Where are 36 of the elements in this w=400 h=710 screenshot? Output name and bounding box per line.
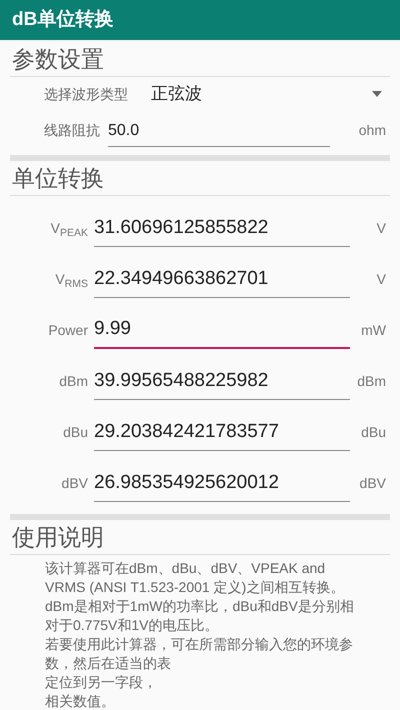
section-heading: 参数设置 bbox=[12, 45, 105, 74]
field-label: dBm bbox=[58, 372, 89, 391]
section-heading: 单位转换 bbox=[12, 164, 105, 193]
instruction-text: 相关数值。 bbox=[45, 692, 115, 710]
instruction-text: 对于0.775V和1V的电压比。 bbox=[45, 616, 218, 635]
instruction-text: dBm是相对于1mW的功率比，dBu和dBV是分别相 bbox=[45, 597, 354, 616]
value-field[interactable]: 29.203842421783577 bbox=[94, 418, 350, 451]
value-field[interactable]: 39.99565488225982 bbox=[94, 366, 350, 400]
unit-label: dBu bbox=[361, 423, 386, 442]
value-field[interactable]: 22.34949663862701 bbox=[94, 264, 350, 298]
section-heading: 使用说明 bbox=[12, 523, 105, 552]
impedance-field[interactable]: 50.0 bbox=[108, 119, 330, 147]
value-field[interactable]: 31.60696125855822 bbox=[94, 214, 350, 247]
field-label: dBu bbox=[62, 423, 89, 442]
instruction-text: VRMS (ANSI T1.523-2001 定义)之间相互转换。 bbox=[45, 578, 344, 597]
instruction-text: 数，然后在适当的表 bbox=[45, 654, 171, 673]
unit-label: dBV bbox=[360, 474, 386, 493]
waveform-dropdown[interactable]: 正弦波 bbox=[151, 81, 382, 107]
instruction-text: 定位到另一字段， bbox=[45, 673, 157, 692]
app-title: dB单位转换 bbox=[12, 8, 114, 32]
field-label: Power bbox=[47, 321, 89, 340]
unit-label: V bbox=[376, 270, 386, 289]
field-label: V$_{RMS}$ bbox=[54, 270, 89, 292]
value-field[interactable]: 26.985354925620012 bbox=[94, 468, 350, 502]
field-label: 线路阻抗 bbox=[44, 121, 100, 140]
instruction-text: 若要使用此计算器，可在所需部分输入您的环境参 bbox=[45, 635, 353, 654]
unit-label: mW bbox=[361, 321, 386, 340]
unit-label: V bbox=[376, 219, 386, 238]
instruction-text: 该计算器可在dBm、dBu、dBV、VPEAK and bbox=[45, 559, 326, 578]
field-label: V$_{PEAK}$ bbox=[50, 219, 89, 241]
field-label: 选择波形类型 bbox=[44, 84, 128, 104]
field-label: dBV bbox=[60, 474, 89, 493]
unit-label: ohm bbox=[358, 121, 386, 140]
value-field[interactable]: 9.99 bbox=[94, 314, 350, 349]
unit-label: dBm bbox=[357, 372, 386, 391]
dropdown-caret-icon bbox=[372, 91, 382, 97]
